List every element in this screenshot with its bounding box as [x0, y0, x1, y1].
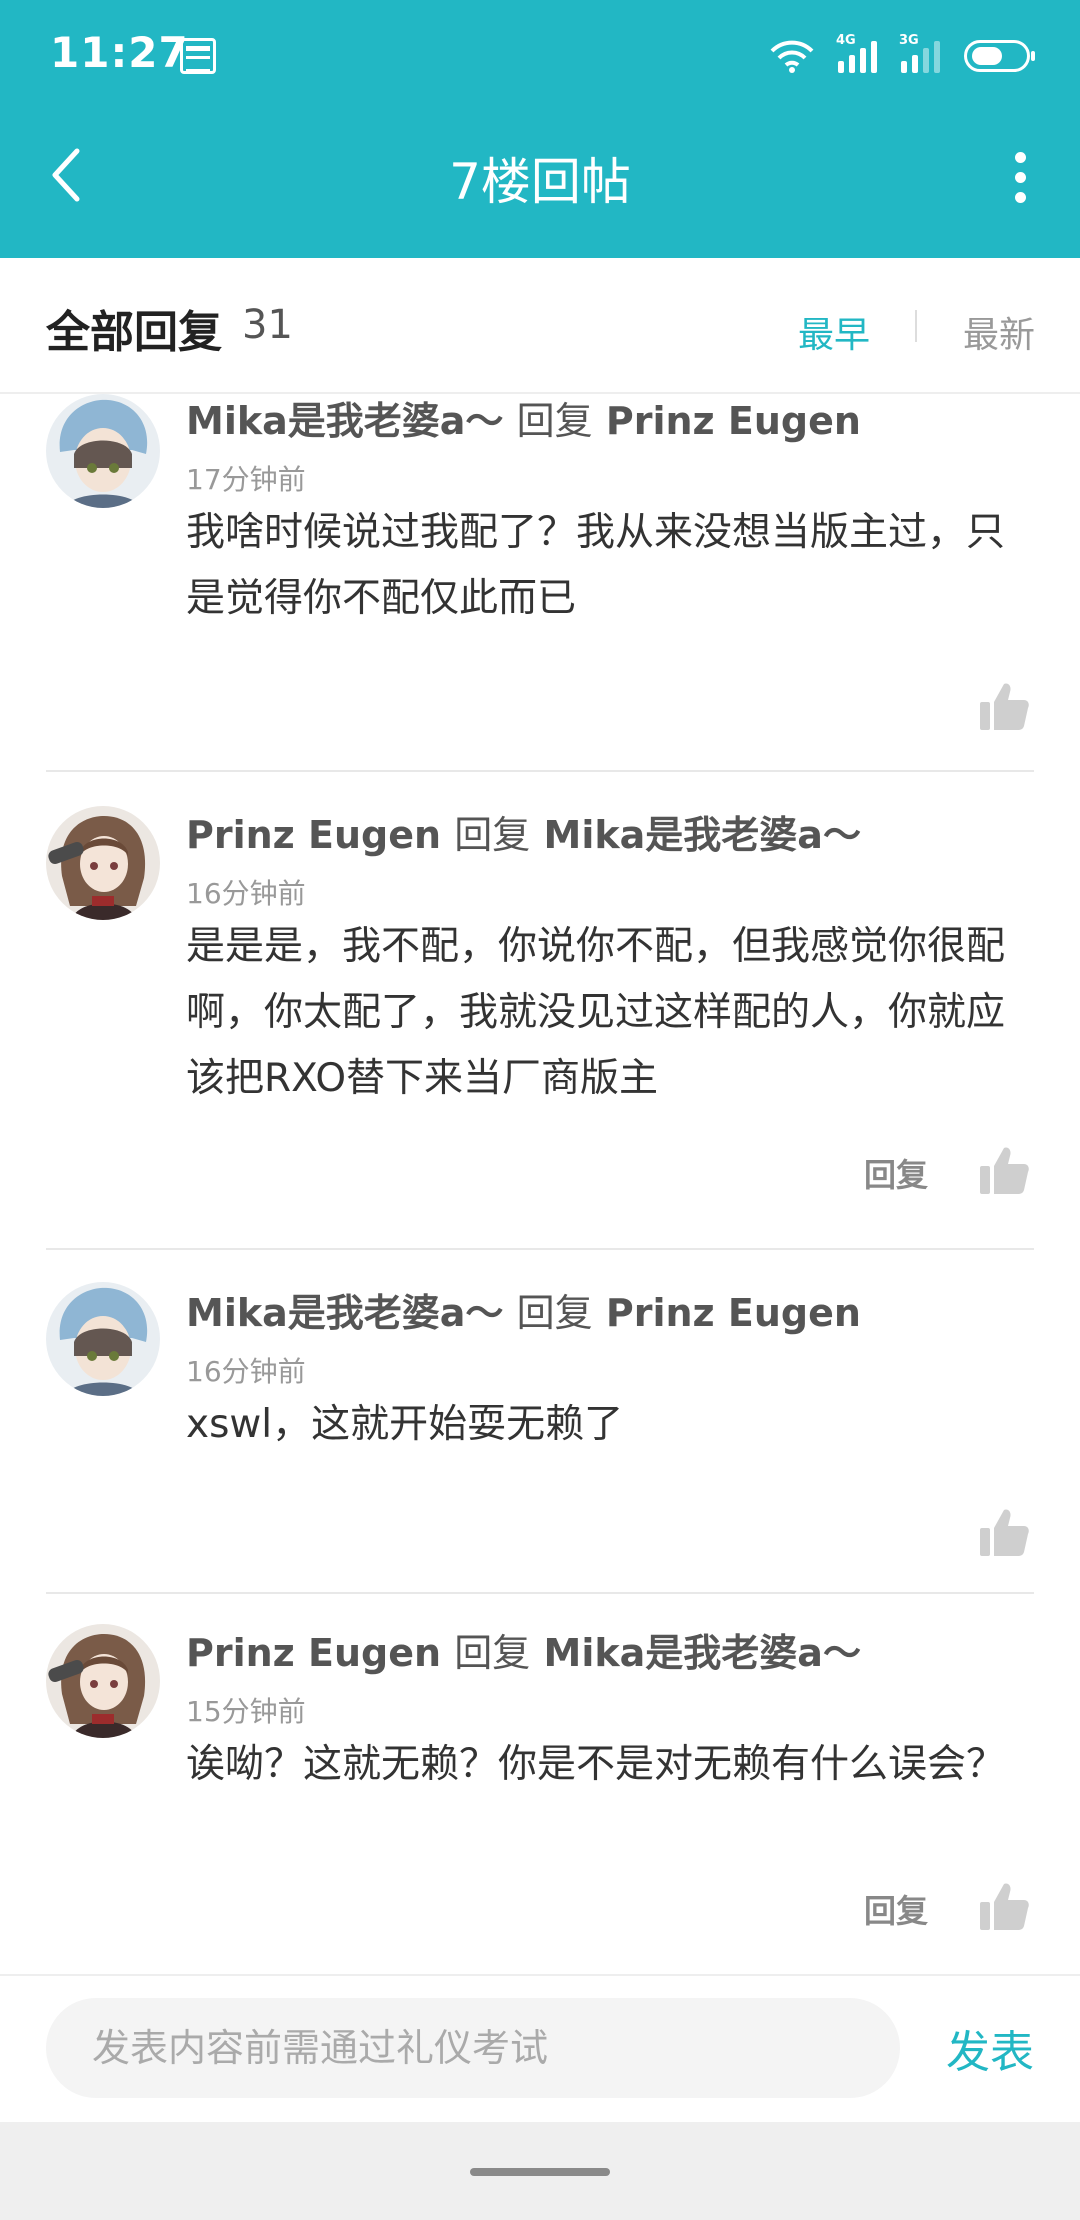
top-bar: 11:27 4G 3G 7楼回帖: [0, 0, 1080, 258]
comment-author-line: Prinz Eugen 回复 Mika是我老婆a〜: [186, 804, 861, 859]
reply-word: 回复: [454, 813, 531, 857]
reply-word: 回复: [516, 399, 593, 443]
more-vertical-icon: [1014, 151, 1026, 163]
comment-content: 我啥时候说过我配了？我从来没想当版主过，只是觉得你不配仅此而已: [186, 510, 1006, 621]
comment-item: Prinz Eugen 回复 Mika是我老婆a〜 15分钟前 诶呦？这就无赖？…: [0, 1594, 1080, 1974]
comment-item: Mika是我老婆a〜 回复 Prinz Eugen 16分钟前 xswl，这就开…: [0, 1250, 1080, 1594]
sort-divider: [915, 310, 917, 342]
comment-author[interactable]: Prinz Eugen: [186, 1631, 441, 1675]
comment-target[interactable]: Mika是我老婆a〜: [544, 1631, 861, 1675]
thumbs-up-icon[interactable]: [978, 1506, 1030, 1558]
all-replies-title: 全部回复: [46, 307, 222, 358]
reply-count: 31: [242, 302, 293, 348]
comment-author-line: Mika是我老婆a〜 回复 Prinz Eugen: [186, 1282, 861, 1337]
signal-3g-icon: 3G: [899, 33, 940, 73]
comment-content: 是是是，我不配，你说你不配，但我感觉你很配啊，你太配了，我就没见过这样配的人，你…: [186, 924, 1006, 1101]
comment-list[interactable]: Mika是我老婆a〜 回复 Prinz Eugen 17分钟前 我啥时候说过我配…: [0, 394, 1080, 1974]
send-button[interactable]: 发表: [946, 2016, 1034, 2080]
comment-time: 16分钟前: [186, 1355, 306, 1388]
comment-author[interactable]: Prinz Eugen: [186, 813, 441, 857]
reply-word: 回复: [516, 1291, 593, 1335]
comment-time: 16分钟前: [186, 877, 306, 910]
status-bar: 11:27 4G 3G: [0, 0, 1080, 112]
avatar[interactable]: [46, 394, 160, 508]
more-button[interactable]: [990, 142, 1050, 212]
page-title: 7楼回帖: [449, 153, 631, 211]
status-icons: 4G 3G: [770, 33, 1035, 78]
reply-button[interactable]: 回复: [864, 1886, 928, 1932]
comment-target[interactable]: Prinz Eugen: [606, 1291, 861, 1335]
comment-author[interactable]: Mika是我老婆a〜: [186, 399, 503, 443]
comment-item: Mika是我老婆a〜 回复 Prinz Eugen 17分钟前 我啥时候说过我配…: [0, 394, 1080, 772]
sort-latest-tab[interactable]: 最新: [963, 306, 1035, 358]
reply-word: 回复: [454, 1631, 531, 1675]
battery-level: [972, 47, 1002, 65]
comment-input[interactable]: [46, 1998, 900, 2098]
signal-4g-icon: 4G: [836, 33, 877, 73]
comment-time: 15分钟前: [186, 1695, 306, 1728]
system-nav-bar: [0, 2122, 1080, 2220]
wifi-icon: [770, 39, 814, 73]
reply-button[interactable]: 回复: [864, 1150, 928, 1196]
comment-content: xswl，这就开始耍无赖了: [186, 1402, 624, 1447]
reply-header: 全部回复 31 最早 最新: [0, 258, 1080, 394]
sort-earliest-tab[interactable]: 最早: [798, 306, 870, 358]
comment-author-line: Prinz Eugen 回复 Mika是我老婆a〜: [186, 1622, 861, 1677]
battery-icon: [964, 40, 1035, 72]
thumbs-up-icon[interactable]: [978, 680, 1030, 732]
title-bar: 7楼回帖: [0, 112, 1080, 258]
comment-author-line: Mika是我老婆a〜 回复 Prinz Eugen: [186, 394, 861, 445]
home-indicator[interactable]: [470, 2168, 610, 2176]
thumbs-up-icon[interactable]: [978, 1880, 1030, 1932]
avatar[interactable]: [46, 806, 160, 920]
comment-item: Prinz Eugen 回复 Mika是我老婆a〜 16分钟前 是是是，我不配，…: [0, 772, 1080, 1250]
comment-author[interactable]: Mika是我老婆a〜: [186, 1291, 503, 1335]
news-icon: [180, 38, 216, 74]
comment-time: 17分钟前: [186, 463, 306, 496]
signal-3g-tag: 3G: [899, 33, 919, 48]
avatar[interactable]: [46, 1624, 160, 1738]
bottom-input-bar: 发表: [0, 1974, 1080, 2122]
status-time: 11:27: [50, 28, 189, 77]
signal-4g-tag: 4G: [836, 33, 856, 48]
comment-target[interactable]: Prinz Eugen: [606, 399, 861, 443]
thumbs-up-icon[interactable]: [978, 1144, 1030, 1196]
avatar[interactable]: [46, 1282, 160, 1396]
comment-content: 诶呦？这就无赖？你是不是对无赖有什么误会？: [186, 1742, 1006, 1787]
comment-target[interactable]: Mika是我老婆a〜: [544, 813, 861, 857]
